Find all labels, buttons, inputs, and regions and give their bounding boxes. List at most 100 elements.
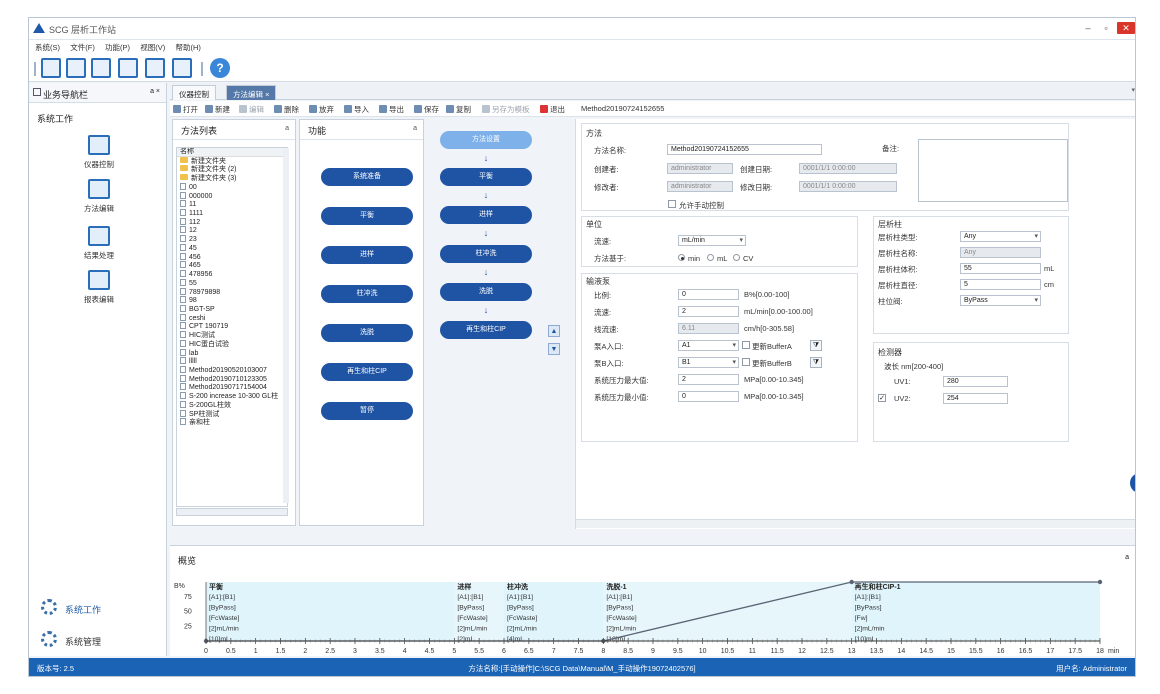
function-regenerate-cip[interactable]: 再生和柱CIP bbox=[321, 363, 413, 381]
method-list-item[interactable]: Method20190710123305 bbox=[177, 374, 287, 384]
tab-dropdown-icon[interactable]: ▾ bbox=[1131, 86, 1135, 94]
step-elute[interactable]: 洗脱 bbox=[440, 283, 532, 301]
method-list-item[interactable]: 98 bbox=[177, 296, 287, 305]
save-button[interactable]: 保存 bbox=[414, 104, 439, 115]
maximize-button[interactable]: ▫ bbox=[1097, 22, 1115, 34]
column-diameter-field[interactable]: 5 bbox=[960, 279, 1041, 290]
update-buffer-a-checkbox[interactable] bbox=[742, 341, 750, 349]
move-up-button[interactable]: ▲ bbox=[548, 325, 560, 337]
instrument-control-icon[interactable] bbox=[41, 58, 61, 78]
step-inject[interactable]: 进样 bbox=[440, 206, 532, 224]
nav-item-result[interactable]: 结果处理 bbox=[79, 226, 119, 261]
method-list-item[interactable]: 亲和柱 bbox=[177, 418, 287, 427]
export-button[interactable]: 导出 bbox=[379, 104, 404, 115]
step-method-settings[interactable]: 方法设置 bbox=[440, 131, 532, 149]
function-system-prepare[interactable]: 系统准备 bbox=[321, 168, 413, 186]
side-expand-tab[interactable] bbox=[1130, 473, 1135, 493]
minimize-button[interactable]: – bbox=[1079, 22, 1097, 34]
nav-pin-close[interactable]: a × bbox=[150, 88, 160, 95]
method-list-item[interactable]: 新建文件夹 bbox=[177, 156, 287, 166]
menu-system[interactable]: 系统(S) bbox=[35, 42, 60, 53]
method-list-item[interactable]: CPT 190719 bbox=[177, 322, 287, 331]
method-list-item[interactable]: 478956 bbox=[177, 270, 287, 279]
update-buffer-b-checkbox[interactable] bbox=[742, 358, 750, 366]
base-min-radio[interactable] bbox=[678, 254, 685, 261]
edit-button[interactable]: 编辑 bbox=[239, 104, 264, 115]
new-button[interactable]: 新建 bbox=[205, 104, 230, 115]
pump-a-select[interactable]: A1 bbox=[678, 340, 739, 351]
method-list-item[interactable]: 45 bbox=[177, 243, 287, 253]
method-list-item[interactable]: 新建文件夹 (2) bbox=[177, 165, 287, 174]
delete-button[interactable]: 删除 bbox=[274, 104, 299, 115]
method-list-item[interactable]: SP柱测试 bbox=[177, 409, 287, 419]
method-list-item[interactable]: HIC测试 bbox=[177, 331, 287, 340]
help-icon[interactable]: ? bbox=[210, 58, 230, 78]
method-list-item[interactable]: 000000 bbox=[177, 191, 287, 201]
method-list-item[interactable]: 465 bbox=[177, 261, 287, 270]
ratio-field[interactable]: 0 bbox=[678, 289, 739, 300]
tab-method-edit[interactable]: 方法编辑 × bbox=[226, 85, 277, 100]
tab-instrument-control[interactable]: 仪器控制 bbox=[172, 85, 216, 100]
method-list-item[interactable]: 00 bbox=[177, 182, 287, 192]
function-column-wash[interactable]: 柱冲洗 bbox=[321, 285, 413, 303]
save-as-template-button[interactable]: 另存为模板 bbox=[482, 104, 530, 115]
import-button[interactable]: 导入 bbox=[344, 104, 369, 115]
method-list-item[interactable]: HIC蛋白试验 bbox=[177, 339, 287, 349]
method-list-item[interactable]: 55 bbox=[177, 278, 287, 288]
method-list-item[interactable]: Method20190520103007 bbox=[177, 365, 287, 375]
pressure-min-field[interactable]: 0 bbox=[678, 391, 739, 402]
method-list-item[interactable]: lab bbox=[177, 348, 287, 358]
filter-icon[interactable]: ⧩ bbox=[810, 340, 822, 351]
method-list-item[interactable]: lllll bbox=[177, 357, 287, 366]
nav-item-instrument[interactable]: 仪器控制 bbox=[79, 135, 119, 170]
pressure-max-field[interactable]: 2 bbox=[678, 374, 739, 385]
step-column-wash[interactable]: 柱冲洗 bbox=[440, 245, 532, 263]
method-list-item[interactable]: 12 bbox=[177, 226, 287, 235]
open-button[interactable]: 打开 bbox=[173, 104, 198, 115]
method-list-item[interactable]: BGT-SP bbox=[177, 304, 287, 314]
move-down-button[interactable]: ▼ bbox=[548, 343, 560, 355]
uv2-field[interactable]: 254 bbox=[943, 393, 1008, 404]
base-cv-radio[interactable] bbox=[733, 254, 740, 261]
settings-horizontal-scrollbar[interactable] bbox=[576, 519, 1135, 528]
nav-system-work[interactable]: 系统工作 bbox=[65, 603, 101, 616]
printer-settings-icon[interactable] bbox=[172, 58, 192, 78]
report-settings-icon[interactable] bbox=[145, 58, 165, 78]
step-equilibrate[interactable]: 平衡 bbox=[440, 168, 532, 186]
nav-system-admin[interactable]: 系统管理 bbox=[65, 635, 101, 648]
close-button[interactable]: ✕ bbox=[1117, 22, 1135, 34]
uv2-checkbox[interactable]: ✓ bbox=[878, 394, 886, 402]
method-list-item[interactable]: S-200GL柱效 bbox=[177, 400, 287, 410]
column-volume-field[interactable]: 55 bbox=[960, 263, 1041, 274]
method-list-item[interactable]: S-200 increase 10-300 GL柱 bbox=[177, 392, 287, 401]
function-pause[interactable]: 暂停 bbox=[321, 402, 413, 420]
method-edit-icon[interactable] bbox=[66, 58, 86, 78]
function-elute[interactable]: 洗脱 bbox=[321, 324, 413, 342]
method-list-item[interactable]: 1111 bbox=[177, 209, 287, 218]
flow-field[interactable]: 2 bbox=[678, 306, 739, 317]
result-process-icon[interactable] bbox=[91, 58, 111, 78]
tree-vertical-scrollbar[interactable] bbox=[283, 148, 289, 503]
method-list-item[interactable]: Method20190717154004 bbox=[177, 383, 287, 392]
method-list-item[interactable]: 456 bbox=[177, 252, 287, 262]
base-ml-radio[interactable] bbox=[707, 254, 714, 261]
uv1-field[interactable]: 280 bbox=[943, 376, 1008, 387]
menu-file[interactable]: 文件(F) bbox=[70, 42, 95, 53]
filter-icon[interactable]: ⧩ bbox=[810, 357, 822, 368]
method-list-item[interactable]: ceshi bbox=[177, 313, 287, 323]
menu-function[interactable]: 功能(P) bbox=[105, 42, 130, 53]
manual-control-checkbox[interactable] bbox=[668, 200, 676, 208]
function-equilibrate[interactable]: 平衡 bbox=[321, 207, 413, 225]
nav-item-report[interactable]: 报表编辑 bbox=[79, 270, 119, 305]
pin-icon[interactable]: a bbox=[413, 125, 417, 132]
method-tree[interactable]: 名称 新建文件夹 新建文件夹 (2) 新建文件夹 (3) 00 000000 11 1111… bbox=[176, 147, 288, 507]
note-textarea[interactable] bbox=[918, 139, 1068, 202]
flow-unit-select[interactable]: mL/min bbox=[678, 235, 746, 246]
menu-help[interactable]: 帮助(H) bbox=[176, 42, 201, 53]
exit-button[interactable]: 退出 bbox=[540, 104, 565, 115]
function-inject[interactable]: 进样 bbox=[321, 246, 413, 264]
method-list-item[interactable]: 23 bbox=[177, 235, 287, 244]
menu-view[interactable]: 视图(V) bbox=[140, 42, 165, 53]
pin-icon[interactable]: a bbox=[285, 125, 289, 132]
method-list-item[interactable]: 112 bbox=[177, 217, 287, 227]
